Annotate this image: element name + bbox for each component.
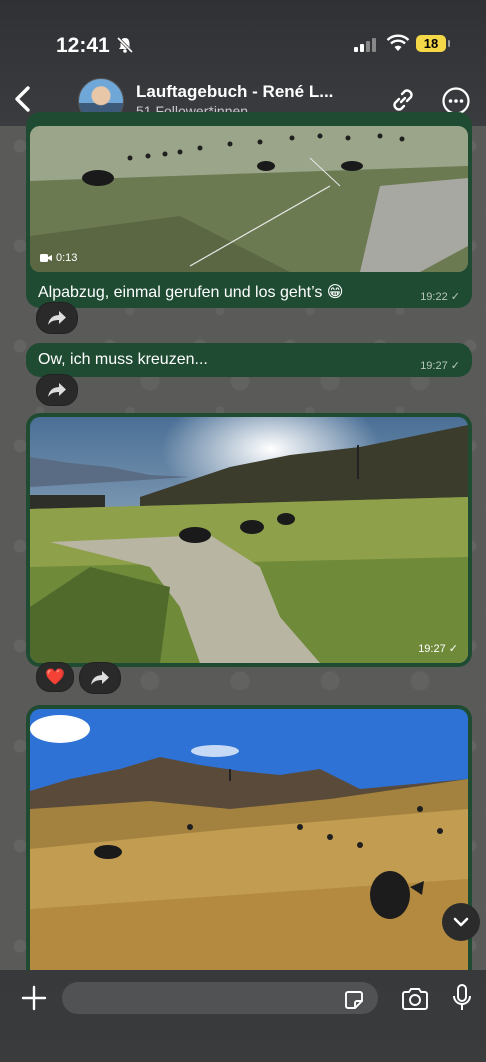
forward-icon [91, 671, 109, 685]
photo-thumbnail[interactable]: 19:27 ✓ [30, 417, 468, 663]
message-time: 19:22 ✓ [420, 291, 460, 303]
message-input[interactable] [62, 982, 378, 1014]
chevron-down-icon [453, 917, 469, 927]
scroll-down-button[interactable] [442, 903, 480, 941]
camera-icon[interactable] [400, 987, 430, 1011]
photo-message[interactable]: 19:27 ✓ [26, 413, 472, 667]
alpine-meadow-image [30, 126, 468, 272]
reaction-heart[interactable]: ❤️ [36, 662, 74, 692]
forward-icon [48, 383, 66, 397]
forward-button[interactable] [79, 662, 121, 694]
bell-off-icon [116, 36, 134, 54]
forward-icon [48, 311, 66, 325]
text-message[interactable]: Ow, ich muss kreuzen... 19:27 ✓ [26, 343, 472, 377]
video-camera-icon [40, 254, 52, 262]
sunset-path-image [30, 417, 468, 663]
forward-button[interactable] [36, 374, 78, 406]
signal-icon [354, 38, 376, 52]
message-caption: Alpabzug, einmal gerufen und los geht’s … [38, 284, 344, 301]
link-icon[interactable] [388, 85, 418, 115]
video-message[interactable]: 0:13 Alpabzug, einmal gerufen und los ge… [26, 112, 472, 308]
forward-button[interactable] [36, 302, 78, 334]
back-arrow-icon[interactable] [12, 84, 34, 114]
video-thumbnail[interactable]: 0:13 [30, 126, 468, 272]
video-duration: 0:13 [40, 252, 77, 264]
message-text: Ow, ich muss kreuzen... [38, 351, 208, 368]
photo-message[interactable] [26, 705, 472, 1009]
status-time: 12:41 [56, 34, 110, 57]
message-time: 19:27 ✓ [420, 360, 460, 372]
microphone-icon[interactable] [452, 983, 472, 1013]
message-composer [0, 970, 486, 1062]
plus-icon[interactable] [20, 984, 48, 1012]
message-time: 19:27 ✓ [418, 643, 458, 655]
battery-indicator: 18 [416, 35, 450, 52]
sticker-icon[interactable] [342, 988, 366, 1012]
chat-title[interactable]: Lauftagebuch - René L... [136, 82, 333, 102]
wifi-icon [386, 34, 410, 51]
photo-thumbnail[interactable] [30, 709, 468, 1009]
cows-pasture-image [30, 709, 468, 1009]
chat-header: 12:41 18 Lauftagebuch - René L... 51 Fol… [0, 0, 486, 126]
